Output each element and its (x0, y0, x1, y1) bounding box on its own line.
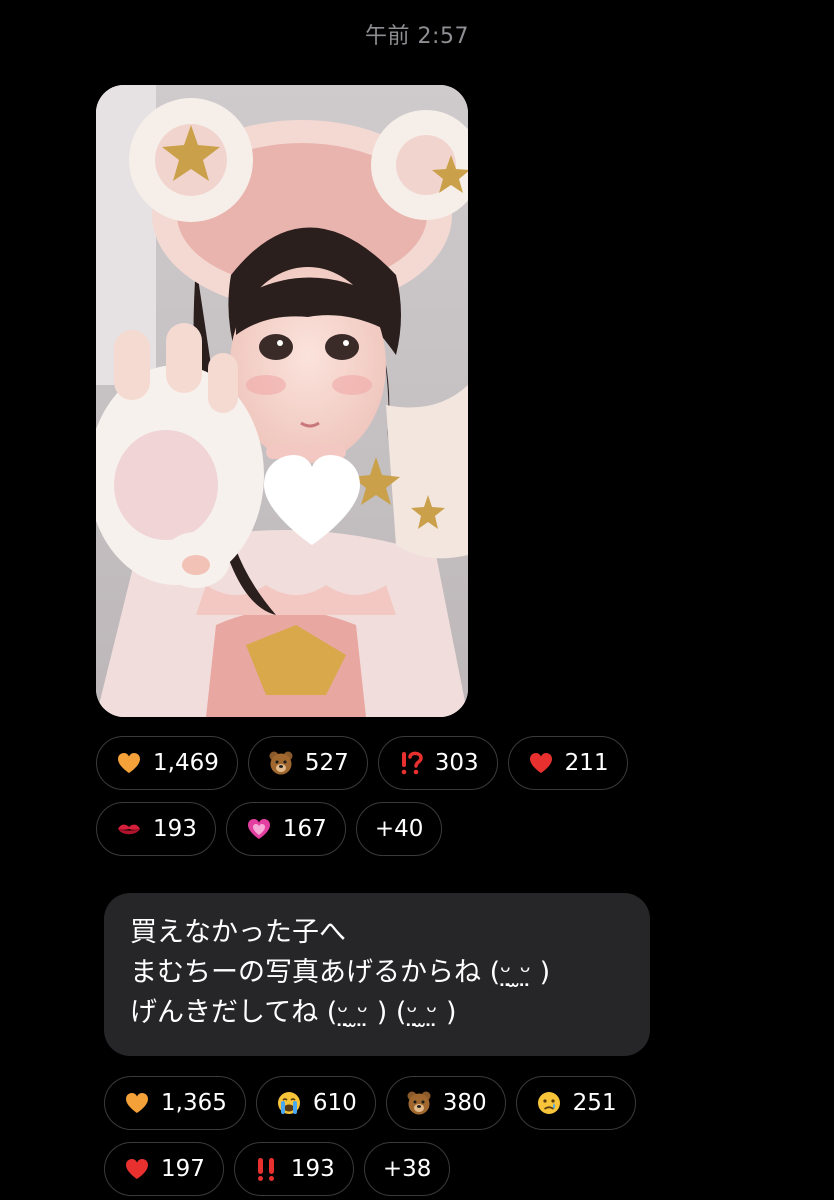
reaction-count: 303 (434, 750, 479, 776)
photo-image (96, 85, 468, 717)
crying-face-icon (535, 1089, 563, 1117)
photo-reaction-orange-heart[interactable]: 1,469 (96, 736, 238, 790)
orange-heart-icon (123, 1089, 151, 1117)
bear-face-icon (405, 1089, 433, 1117)
message-reaction-red-heart[interactable]: 197 (104, 1142, 224, 1196)
message-bubble[interactable]: 買えなかった子へ まむちーの写真あげるからね (ᵕ̤ ̫ᵕ̤ ) げんきだしてね… (104, 893, 650, 1056)
kiss-mark-icon (115, 815, 143, 843)
bear-face-icon (267, 749, 295, 777)
reaction-count: 251 (572, 1090, 617, 1116)
red-heart-icon (123, 1155, 151, 1183)
reaction-count: 193 (153, 816, 197, 842)
reaction-count: 610 (312, 1090, 357, 1116)
photo-message[interactable] (96, 85, 468, 717)
orange-heart-icon (115, 749, 143, 777)
loudly-crying-face-icon (275, 1089, 303, 1117)
message-line-1: 買えなかった子へ (130, 917, 346, 948)
message-reaction-double-exclamation[interactable]: 193 (233, 1142, 354, 1196)
message-reaction-crying-face[interactable]: 251 (515, 1076, 636, 1130)
reaction-count: +40 (374, 816, 424, 842)
timestamp: 午前 2:57 (365, 24, 469, 49)
exclamation-question-icon (397, 749, 425, 777)
photo-reaction-exclamation-question[interactable]: 303 (377, 736, 498, 790)
photo-reaction-red-heart[interactable]: 211 (507, 736, 628, 790)
photo-reaction-growing-heart[interactable]: 167 (225, 802, 346, 856)
reaction-count: 380 (442, 1090, 487, 1116)
photo-reaction-kiss-mark[interactable]: 193 (96, 802, 216, 856)
message-line-3: げんきだしてね (ᵕ̤ ̫ᵕ̤ ) (ᵕ̤ ̫ᵕ̤ ) (130, 997, 457, 1028)
photo-more-reactions-button[interactable]: +40 (355, 802, 443, 856)
reaction-count: 167 (282, 816, 327, 842)
reaction-count: 527 (304, 750, 349, 776)
message-reactions: 1,365 610 380 251 197 193 +38 (104, 1076, 744, 1196)
message-reaction-bear-face[interactable]: 380 (385, 1076, 506, 1130)
double-exclamation-icon (253, 1155, 281, 1183)
red-heart-icon (527, 749, 555, 777)
reaction-count: 193 (290, 1156, 335, 1182)
reaction-count: 197 (161, 1156, 205, 1182)
photo-reaction-bear-face[interactable]: 527 (247, 736, 368, 790)
reaction-count: +38 (382, 1156, 432, 1182)
message-line-2: まむちーの写真あげるからね (ᵕ̤ ̫ᵕ̤ ) (130, 957, 551, 988)
message-reaction-orange-heart[interactable]: 1,365 (104, 1076, 246, 1130)
message-more-reactions-button[interactable]: +38 (363, 1142, 451, 1196)
growing-heart-icon (245, 815, 273, 843)
reaction-count: 211 (564, 750, 609, 776)
reaction-count: 1,469 (153, 750, 219, 776)
reaction-count: 1,365 (161, 1090, 227, 1116)
photo-reactions: 1,469 527 303 211 193 167 +40 (96, 736, 736, 856)
message-reaction-loudly-crying-face[interactable]: 610 (255, 1076, 376, 1130)
